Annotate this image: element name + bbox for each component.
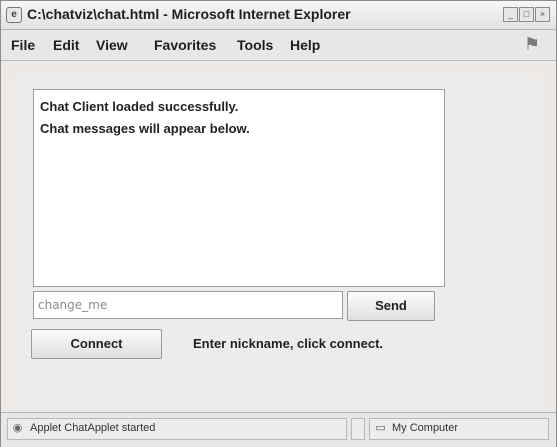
applet-icon: ◉ (12, 422, 23, 434)
menu-edit[interactable]: Edit (53, 37, 79, 53)
menu-tools[interactable]: Tools (237, 37, 273, 53)
status-text: Applet ChatApplet started (30, 422, 156, 434)
status-pane-blank (351, 418, 365, 440)
window-title: C:\chatviz\chat.html - Microsoft Interne… (27, 6, 351, 22)
connect-button[interactable]: Connect (31, 329, 162, 359)
title-bar: e C:\chatviz\chat.html - Microsoft Inter… (1, 1, 556, 30)
menu-file[interactable]: File (11, 37, 35, 53)
computer-icon: ▭ (375, 422, 386, 434)
status-bar: ◉ Applet ChatApplet started ▭ My Compute… (1, 412, 556, 447)
send-button[interactable]: Send (347, 291, 435, 321)
menu-favorites[interactable]: Favorites (154, 37, 216, 53)
zone-text: My Computer (392, 422, 459, 434)
maximize-icon[interactable]: □ (519, 7, 534, 22)
minimize-icon[interactable]: _ (503, 7, 518, 22)
windows-logo-icon: ⚑ (523, 34, 541, 54)
window-controls: _ □ × (503, 7, 550, 22)
menu-bar: File Edit View Favorites Tools Help ⚑ (1, 30, 556, 61)
nickname-input[interactable] (33, 291, 343, 319)
browser-window: e C:\chatviz\chat.html - Microsoft Inter… (0, 0, 557, 447)
ie-page-icon: e (6, 7, 22, 23)
close-icon[interactable]: × (535, 7, 550, 22)
menu-view[interactable]: View (96, 37, 128, 53)
chat-message: Chat Client loaded successfully. (40, 99, 239, 114)
status-pane-zone: ▭ My Computer (369, 418, 549, 440)
status-pane-main: ◉ Applet ChatApplet started (7, 418, 347, 440)
chat-messages-area[interactable]: Chat Client loaded successfully. Chat me… (33, 89, 445, 287)
menu-help[interactable]: Help (290, 37, 320, 53)
chat-message: Chat messages will appear below. (40, 121, 250, 136)
status-hint: Enter nickname, click connect. (193, 336, 384, 351)
applet-area: Chat Client loaded successfully. Chat me… (15, 77, 541, 407)
